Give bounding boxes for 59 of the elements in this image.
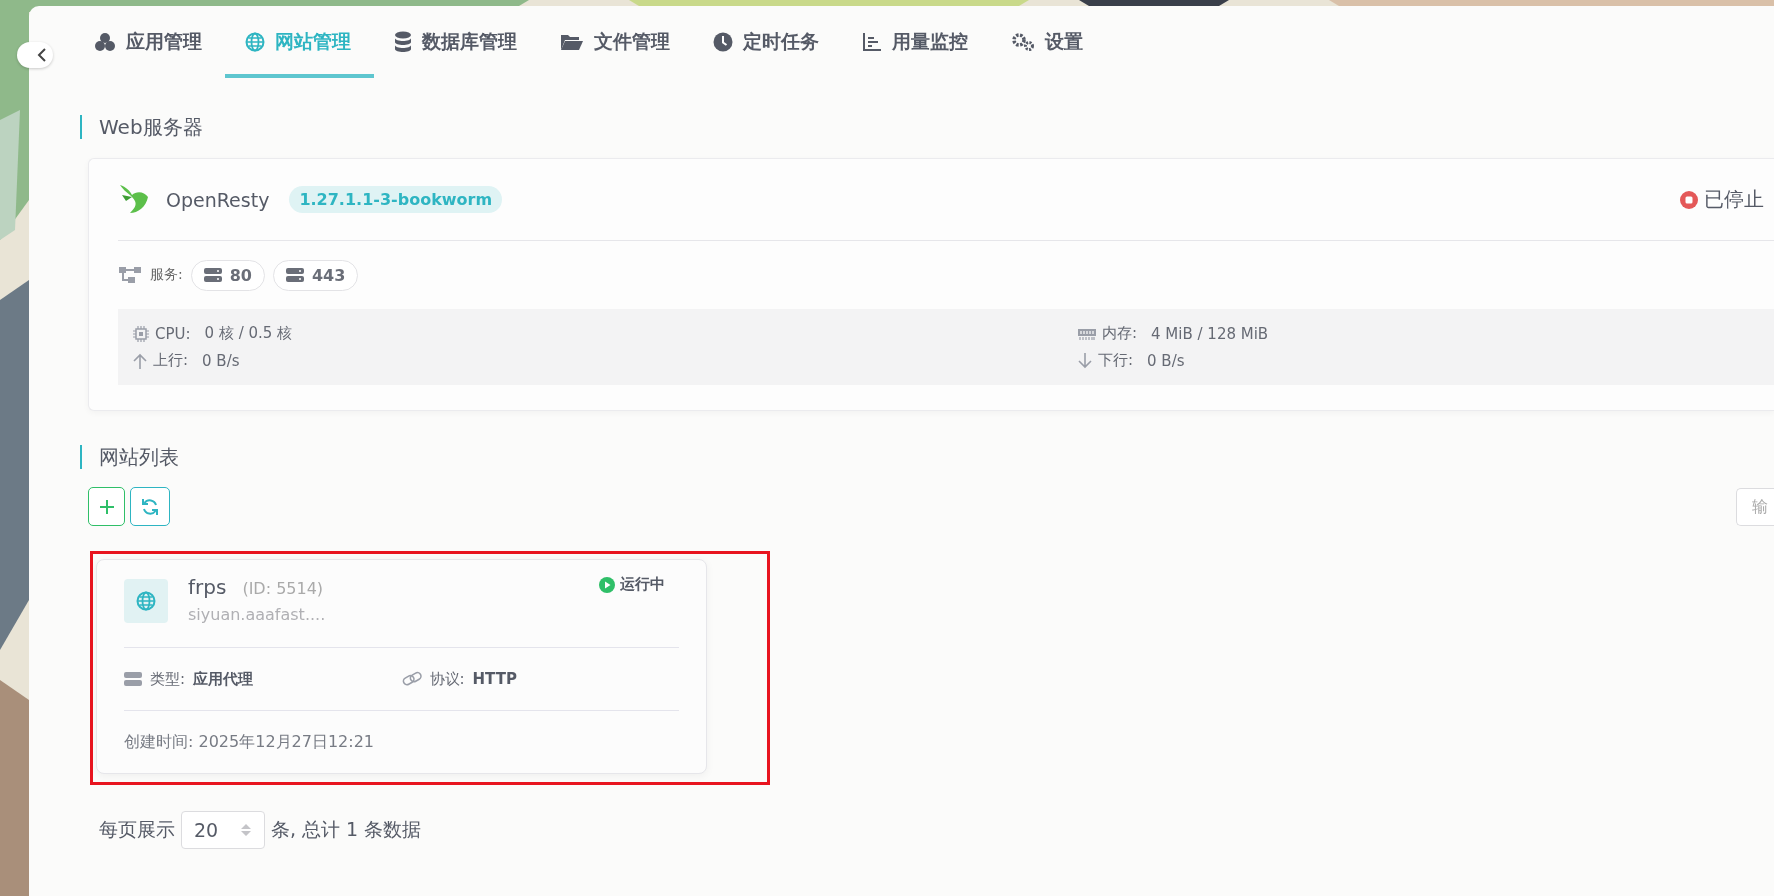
refresh-icon [141,497,159,516]
cubes-icon [94,32,116,52]
total-count-text: 条, 总计 1 条数据 [271,817,422,842]
search-field[interactable]: 输 [1736,487,1774,526]
server-icon [286,268,304,282]
memory-icon [1078,327,1096,340]
stat-value: 0 B/s [1147,351,1185,370]
nav-tab[interactable]: 应用管理 [74,6,225,78]
refresh-button[interactable] [130,487,170,526]
port-button[interactable]: 80 [190,259,265,291]
section-title: Web服务器 [80,115,1774,139]
chevron-left-icon [37,48,47,62]
gears-icon [1011,32,1035,52]
folder-icon [560,33,584,51]
nav-tab[interactable]: 文件管理 [540,6,693,78]
page-size-select[interactable]: 20 [181,811,265,849]
arrow-up-icon [133,352,147,369]
add-button[interactable] [88,487,125,526]
server-name: OpenResty [166,188,270,211]
protocol-label: 协议: [429,669,465,689]
chip-icon [133,325,149,342]
status-text: 运行中 [620,575,665,594]
arrow-down-icon [1078,352,1092,369]
created-time: 创建时间: 2025年12月27日12:21 [124,731,375,753]
plus-icon [98,498,115,515]
version-tag: 1.27.1.1-3-bookworm [289,186,503,213]
link-icon [401,671,422,687]
port-button[interactable]: 443 [273,259,359,291]
site-name: frps [188,575,227,599]
stat-label: 内存: [1102,324,1138,343]
type-label: 类型: [150,669,186,689]
stat-label: CPU: [155,324,191,343]
clock-icon [713,32,733,52]
stat-value: 0 核 / 0.5 核 [204,324,293,343]
stat-value: 0 B/s [202,351,240,370]
server-icon [124,672,142,686]
globe-icon [136,591,156,611]
protocol-value: HTTP [472,670,517,688]
network-icon [118,266,142,284]
globe-icon [245,32,265,52]
nav-tab[interactable]: 用量监控 [842,6,991,78]
type-value: 应用代理 [193,669,254,689]
site-card[interactable]: frps (ID: 5514) siyuan.aaafast.... 运行中 类型: 应用代理 协议: HTTP 创建时间: 2025年12月27日12:21 [96,559,707,774]
status-text: 已停止 [1704,186,1764,213]
stat-label: 上行: [153,351,189,370]
stat-value: 4 MiB / 128 MiB [1151,324,1269,343]
database-icon [394,31,412,53]
server-icon [203,268,222,282]
stat-label: 下行: [1098,351,1134,370]
site-id: (ID: 5514) [242,579,324,598]
nav-tab[interactable]: 设置 [991,6,1106,78]
sort-arrows-icon [240,822,252,838]
services-label: 服务: [150,266,183,284]
site-domain: siyuan.aaafast.... [188,605,326,624]
nav-tab[interactable]: 定时任务 [693,6,842,78]
section-title: 网站列表 [80,445,1774,469]
nav-tab[interactable]: 数据库管理 [374,6,540,78]
bar-chart-icon [862,32,882,52]
page-size-label: 每页展示 [99,817,175,842]
